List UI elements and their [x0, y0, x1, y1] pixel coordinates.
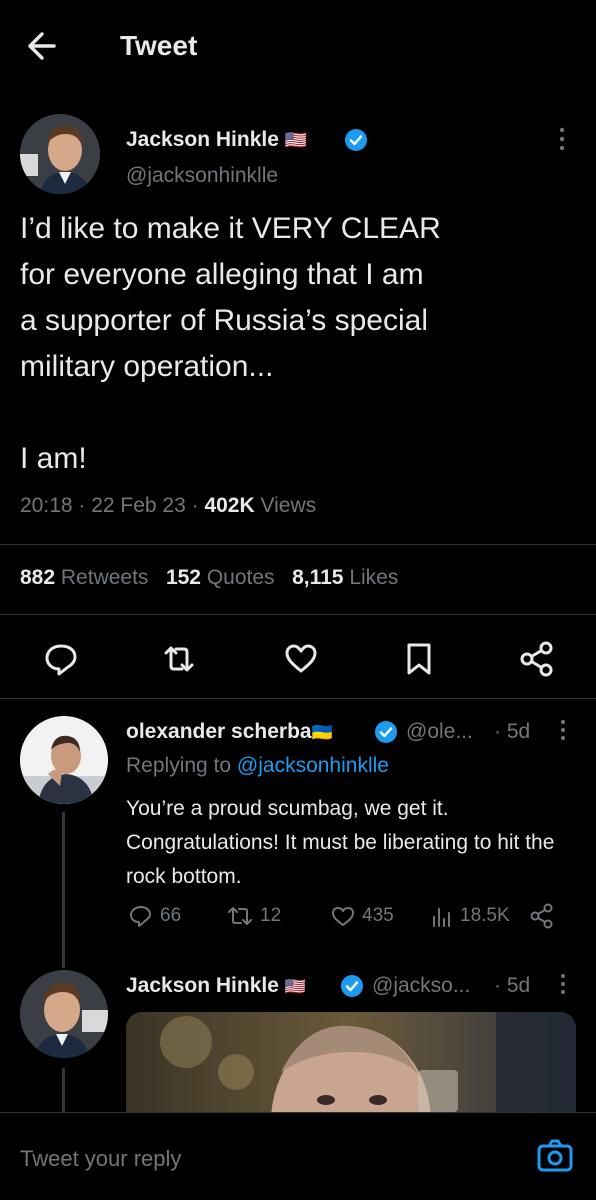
replying-prefix: Replying to — [126, 754, 237, 777]
divider — [0, 544, 596, 545]
retweets-count: 882 — [20, 566, 56, 589]
divider — [0, 1112, 596, 1113]
reply-icon — [130, 906, 151, 927]
more-options-icon[interactable] — [556, 718, 570, 742]
reply1-handle[interactable]: @ole... — [406, 720, 473, 744]
camera-icon[interactable] — [536, 1138, 574, 1174]
reply2-author-name-text: Jackson Hinkle — [126, 974, 279, 997]
reply1-author-name[interactable]: olexander scherba🇺🇦 — [126, 720, 333, 744]
share-icon[interactable] — [528, 902, 556, 930]
reply1-author-name-text: olexander scherba — [126, 720, 312, 743]
views-icon — [433, 908, 450, 927]
reply2-media-image[interactable] — [126, 1012, 576, 1112]
back-arrow-icon[interactable] — [18, 26, 66, 66]
divider — [0, 614, 596, 615]
reply2-handle[interactable]: @jackso... — [372, 974, 470, 998]
views-count: 402K — [204, 494, 255, 517]
us-flag-icon: 🇺🇸 — [284, 130, 308, 150]
share-icon[interactable] — [516, 638, 558, 680]
reply1-avatar[interactable] — [20, 716, 108, 804]
tweet-timestamp: 20:18 · 22 Feb 23 · — [20, 494, 205, 517]
replying-handle-link[interactable]: @jacksonhinklle — [237, 754, 389, 777]
more-options-icon[interactable] — [556, 972, 570, 996]
likes-stat[interactable]: 8,115 Likes — [292, 566, 398, 589]
reply1-retweet-action[interactable]: 12 — [226, 900, 281, 932]
thread-line — [62, 812, 65, 968]
page-title: Tweet — [120, 30, 198, 61]
retweets-label: Retweets — [60, 566, 149, 589]
verified-badge-icon — [374, 720, 398, 744]
quotes-label: Quotes — [206, 566, 275, 589]
like-icon — [332, 907, 354, 926]
reply-icon[interactable] — [40, 638, 82, 680]
reply1-like-count: 435 — [362, 905, 394, 926]
reply2-author-name[interactable]: Jackson Hinkle 🇺🇸 — [126, 974, 306, 998]
reply1-reply-action[interactable]: 66 — [128, 900, 181, 932]
reply2-age: · 5d — [494, 974, 531, 997]
like-icon[interactable] — [280, 638, 322, 680]
top-bar: Tweet — [0, 0, 596, 96]
divider — [0, 698, 596, 699]
reply1-views-count: 18.5K — [460, 905, 510, 926]
replying-to: Replying to @jacksonhinklle — [126, 754, 389, 778]
bookmark-icon[interactable] — [398, 638, 440, 680]
likes-label: Likes — [349, 566, 399, 589]
reply-input[interactable]: Tweet your reply — [20, 1146, 181, 1172]
reply1-text: You’re a proud scumbag, we get it. Congr… — [126, 797, 555, 888]
reply1-age: · 5d — [494, 720, 531, 743]
more-options-icon[interactable] — [554, 126, 570, 152]
reply1-reply-count: 66 — [160, 905, 182, 926]
tweet-meta: 20:18 · 22 Feb 23 · 402K Views — [20, 494, 316, 518]
likes-count: 8,115 — [292, 566, 344, 589]
ua-flag-icon: 🇺🇦 — [311, 723, 333, 742]
quotes-count: 152 — [165, 566, 201, 589]
tweet-stats: 882 Retweets 152 Quotes 8,115 Likes — [20, 566, 398, 590]
author-avatar[interactable] — [20, 114, 100, 194]
verified-badge-icon — [340, 974, 364, 998]
tweet-text: I’d like to make it VERY CLEAR for every… — [20, 212, 441, 475]
verified-badge-icon — [344, 128, 368, 152]
reply1-like-action[interactable]: 435 — [330, 900, 394, 932]
retweet-icon — [228, 907, 252, 925]
author-name-text: Jackson Hinkle — [126, 128, 279, 151]
quotes-stat[interactable]: 152 Quotes — [166, 566, 275, 589]
reply1-views-action[interactable]: 18.5K — [430, 900, 510, 932]
retweets-stat[interactable]: 882 Retweets — [20, 566, 148, 589]
retweet-icon[interactable] — [158, 638, 200, 680]
views-label: Views — [254, 494, 317, 517]
author-name[interactable]: Jackson Hinkle 🇺🇸 — [126, 128, 307, 152]
thread-line — [62, 1068, 65, 1112]
author-handle[interactable]: @jacksonhinklle — [126, 164, 278, 188]
reply2-avatar[interactable] — [20, 970, 108, 1058]
reply1-retweet-count: 12 — [260, 905, 282, 926]
us-flag-icon: 🇺🇸 — [284, 977, 306, 996]
